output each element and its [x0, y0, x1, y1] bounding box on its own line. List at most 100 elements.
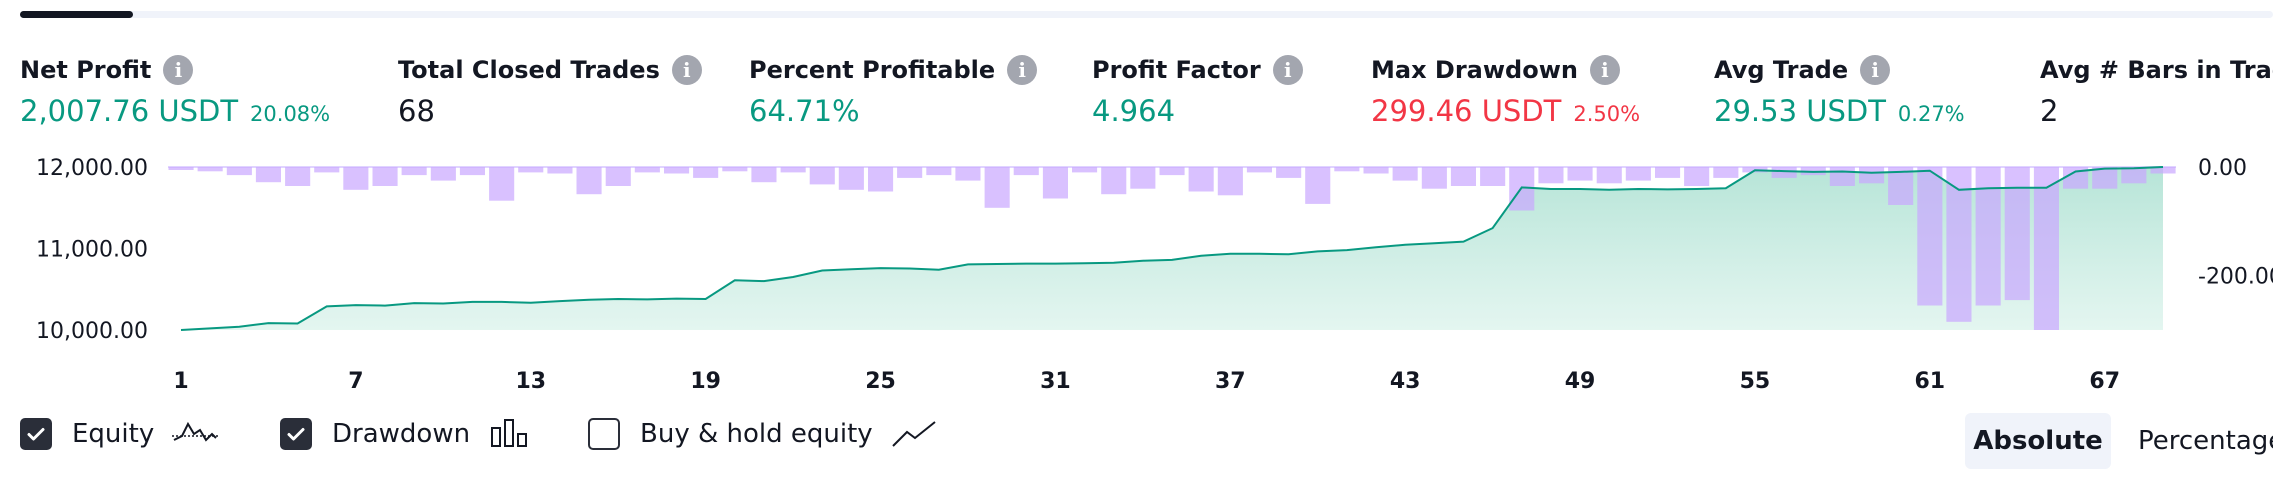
x-tick: 1 — [173, 369, 188, 394]
metric-value: 4.964 — [1092, 94, 1176, 128]
drawdown-bar — [314, 167, 340, 173]
drawdown-bar — [1042, 167, 1068, 199]
percentage-button[interactable]: Percentage — [2138, 413, 2273, 469]
metric-title-text: Percent Profitable — [749, 56, 996, 84]
drawdown-bar — [1363, 167, 1389, 174]
drawdown-bar — [1421, 167, 1447, 189]
info-icon[interactable]: i — [163, 55, 194, 85]
drawdown-bar — [1072, 167, 1098, 173]
drawdown-bar — [780, 167, 806, 173]
metric-net-profit: Net Profit i 2,007.76 USDT 20.08% — [20, 50, 330, 128]
legend-drawdown[interactable]: Drawdown — [280, 418, 534, 450]
drawdown-bar — [1538, 167, 1564, 184]
metric-value-row: 29.53 USDT 0.27% — [1714, 94, 1965, 128]
drawdown-bar — [634, 167, 660, 173]
metric-title: Profit Factor i — [1092, 50, 1303, 90]
y-left-tick: 11,000.00 — [36, 238, 148, 263]
y-right-tick: 0.00 — [2198, 156, 2247, 181]
x-tick: 19 — [690, 369, 721, 394]
drawdown-bar — [664, 167, 690, 174]
drawdown-bar — [693, 167, 719, 178]
x-tick: 13 — [515, 369, 546, 394]
x-tick: 43 — [1390, 369, 1421, 394]
metric-total-closed-trades: Total Closed Trades i 68 — [398, 50, 702, 128]
drawdown-bar — [1655, 167, 1681, 178]
drawdown-bar — [2121, 167, 2147, 184]
drawdown-bar — [605, 167, 631, 186]
absolute-button[interactable]: Absolute — [1965, 413, 2111, 469]
x-tick: 67 — [2089, 369, 2120, 394]
info-icon[interactable]: i — [671, 55, 702, 85]
metric-value: 2 — [2040, 94, 2059, 128]
metric-title: Net Profit i — [20, 50, 330, 90]
metric-title: Avg # Bars in Trades — [2040, 50, 2273, 90]
metric-title-text: Total Closed Trades — [398, 56, 660, 84]
metric-value-row: 2,007.76 USDT 20.08% — [20, 94, 330, 128]
info-icon[interactable]: i — [1589, 55, 1620, 85]
drawdown-bar — [1567, 167, 1593, 181]
metric-percent: 2.50% — [1573, 102, 1641, 126]
metric-value-row: 299.46 USDT 2.50% — [1371, 94, 1640, 128]
equity-label: Equity — [72, 419, 155, 449]
drawdown-bar — [576, 167, 602, 195]
metric-value: 299.46 USDT — [1371, 94, 1562, 128]
drawdown-checkbox[interactable] — [280, 418, 312, 450]
x-tick: 49 — [1565, 369, 1596, 394]
metric-title-text: Avg Trade — [1714, 56, 1849, 84]
info-icon[interactable]: i — [1272, 55, 1303, 85]
x-tick: 37 — [1215, 369, 1246, 394]
metric-title-text: Max Drawdown — [1371, 56, 1578, 84]
drawdown-bar — [1859, 167, 1885, 184]
x-tick: 31 — [1040, 369, 1071, 394]
info-icon[interactable]: i — [1007, 55, 1038, 85]
drawdown-bar — [1246, 167, 1272, 173]
progress-fill — [20, 11, 133, 18]
drawdown-bar — [1130, 167, 1156, 189]
drawdown-bar — [547, 167, 573, 174]
drawdown-bar — [255, 167, 281, 183]
metric-percent: 20.08% — [250, 102, 331, 126]
drawdown-bar — [1101, 167, 1127, 195]
metric-title: Avg Trade i — [1714, 50, 1965, 90]
metric-title-text: Net Profit — [20, 56, 152, 84]
metric-percent-profitable: Percent Profitable i 64.71% — [749, 50, 1038, 128]
metric-value-row: 4.964 — [1092, 94, 1303, 128]
progress-track — [20, 11, 2273, 18]
drawdown-bar — [489, 167, 515, 201]
drawdown-bar — [1829, 167, 1855, 186]
drawdown-bar — [809, 167, 835, 185]
metric-title: Percent Profitable i — [749, 50, 1038, 90]
drawdown-bar — [1917, 167, 1943, 306]
drawdown-bar — [401, 167, 427, 176]
x-tick: 7 — [348, 369, 363, 394]
legend-buyhold[interactable]: Buy & hold equity — [588, 418, 937, 450]
drawdown-bar — [372, 167, 398, 186]
metric-profit-factor: Profit Factor i 4.964 — [1092, 50, 1303, 128]
buyhold-checkbox[interactable] — [588, 418, 620, 450]
drawdown-bar — [926, 167, 952, 176]
drawdown-bars-icon — [491, 419, 528, 447]
drawdown-bar — [459, 167, 485, 176]
drawdown-bar — [1334, 167, 1360, 172]
y-right-tick: -200.00 — [2198, 265, 2273, 290]
check-icon — [287, 428, 305, 441]
metric-value: 68 — [398, 94, 435, 128]
check-icon — [27, 428, 45, 441]
x-tick: 25 — [865, 369, 896, 394]
legend-equity[interactable]: Equity — [20, 418, 219, 450]
drawdown-bar — [1276, 167, 1302, 178]
drawdown-bar — [430, 167, 456, 181]
metric-percent: 0.27% — [1897, 102, 1965, 126]
x-tick: 61 — [1915, 369, 1946, 394]
drawdown-bar — [1771, 167, 1797, 178]
drawdown-bar — [838, 167, 864, 190]
drawdown-bar — [1159, 167, 1185, 176]
equity-checkbox[interactable] — [20, 418, 52, 450]
equity-chart: 12,000.00 11,000.00 10,000.00 0.00 -200.00 1 7… — [36, 156, 2273, 394]
drawdown-bar — [868, 167, 894, 192]
buyhold-label: Buy & hold equity — [640, 419, 873, 449]
drawdown-bar — [751, 167, 777, 183]
y-left-tick: 12,000.00 — [36, 156, 148, 181]
info-icon[interactable]: i — [1860, 55, 1891, 85]
x-tick: 55 — [1740, 369, 1771, 394]
